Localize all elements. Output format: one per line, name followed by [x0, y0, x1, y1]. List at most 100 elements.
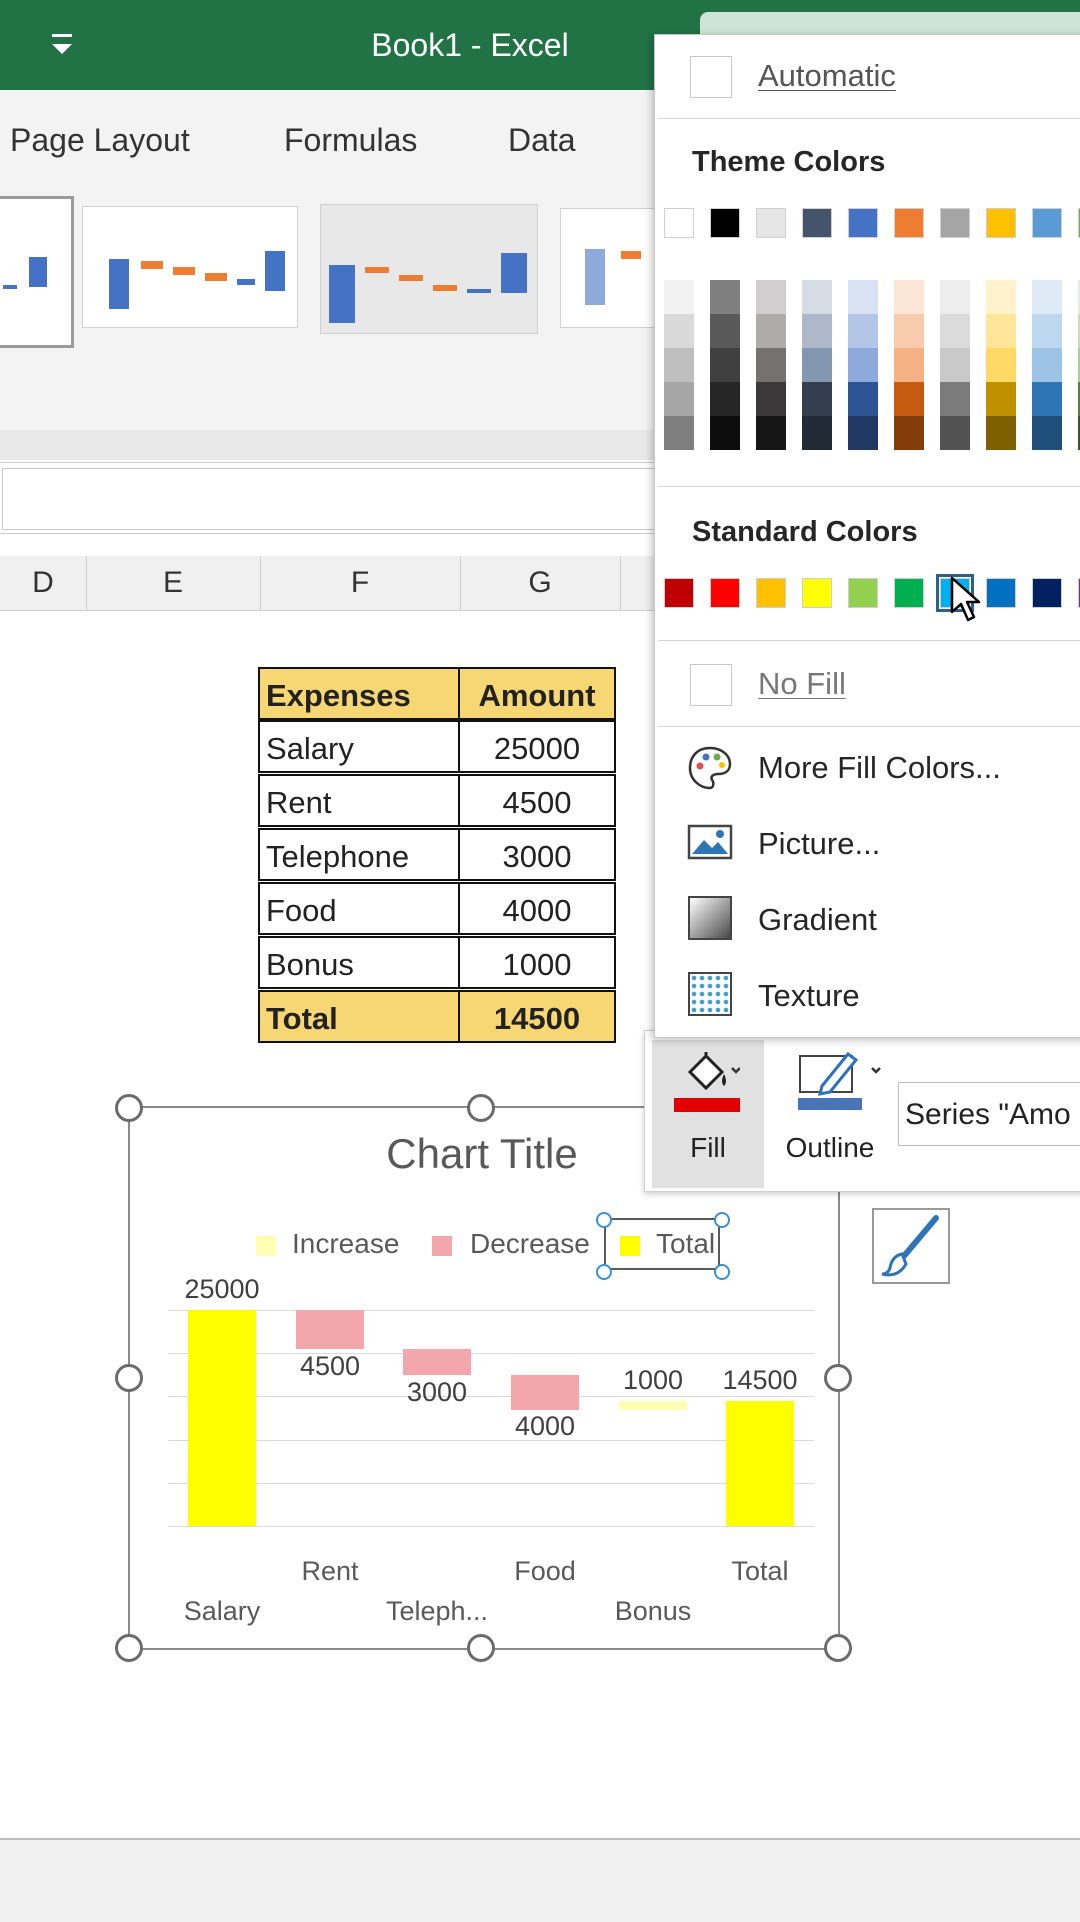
theme-color-swatch[interactable]	[802, 208, 832, 238]
outline-pen-icon[interactable]	[796, 1050, 886, 1100]
chart-style-thumb-3[interactable]	[320, 204, 538, 334]
resize-handle-left[interactable]	[115, 1364, 143, 1392]
table-cell-label[interactable]: Salary	[258, 720, 460, 773]
theme-shade-swatch[interactable]	[940, 280, 970, 314]
theme-shade-swatch[interactable]	[1032, 416, 1062, 450]
column-header-e[interactable]: E	[86, 556, 261, 610]
tab-formulas[interactable]: Formulas	[284, 90, 417, 190]
resize-handle-top-left[interactable]	[115, 1094, 143, 1122]
chart-styles-button[interactable]	[872, 1208, 950, 1284]
theme-shade-swatch[interactable]	[802, 382, 832, 416]
theme-shade-swatch[interactable]	[894, 348, 924, 382]
table-cell-label[interactable]: Telephone	[258, 828, 460, 881]
theme-shade-swatch[interactable]	[986, 382, 1016, 416]
legend-total[interactable]: Total	[656, 1228, 715, 1260]
theme-shade-swatch[interactable]	[940, 382, 970, 416]
decrease-bar[interactable]	[403, 1349, 471, 1375]
theme-shade-swatch[interactable]	[710, 382, 740, 416]
theme-color-swatch[interactable]	[664, 208, 694, 238]
standard-color-swatch[interactable]	[710, 578, 740, 608]
tab-data[interactable]: Data	[508, 90, 576, 190]
table-cell-label[interactable]: Food	[258, 882, 460, 935]
chart-style-thumb-4[interactable]	[560, 208, 662, 328]
theme-shade-swatch[interactable]	[894, 280, 924, 314]
theme-shade-swatch[interactable]	[848, 382, 878, 416]
theme-shade-swatch[interactable]	[802, 416, 832, 450]
picture-option[interactable]: Picture...	[758, 826, 880, 862]
theme-color-swatch[interactable]	[940, 208, 970, 238]
table-cell-value[interactable]: 4500	[458, 774, 616, 827]
theme-shade-swatch[interactable]	[1032, 314, 1062, 348]
theme-shade-swatch[interactable]	[986, 416, 1016, 450]
theme-shade-swatch[interactable]	[664, 280, 694, 314]
table-cell-label[interactable]: Bonus	[258, 936, 460, 989]
theme-shade-swatch[interactable]	[986, 348, 1016, 382]
total-bar[interactable]	[188, 1310, 256, 1526]
table-total-value[interactable]: 14500	[458, 990, 616, 1043]
standard-color-swatch[interactable]	[848, 578, 878, 608]
series-selector[interactable]: Series "Amo	[898, 1082, 1080, 1146]
theme-shade-swatch[interactable]	[802, 314, 832, 348]
legend-increase[interactable]: Increase	[292, 1228, 399, 1260]
table-cell-value[interactable]: 25000	[458, 720, 616, 773]
theme-shade-swatch[interactable]	[756, 280, 786, 314]
selection-handle[interactable]	[596, 1212, 612, 1228]
selection-handle[interactable]	[714, 1212, 730, 1228]
theme-shade-swatch[interactable]	[1032, 382, 1062, 416]
theme-color-swatch[interactable]	[848, 208, 878, 238]
outline-label[interactable]: Outline	[772, 1132, 888, 1164]
theme-shade-swatch[interactable]	[1032, 348, 1062, 382]
column-header-f[interactable]: F	[260, 556, 461, 610]
tab-page-layout[interactable]: Page Layout	[10, 90, 190, 190]
theme-shade-swatch[interactable]	[940, 416, 970, 450]
table-cell-value[interactable]: 4000	[458, 882, 616, 935]
theme-color-swatch[interactable]	[1032, 208, 1062, 238]
decrease-bar[interactable]	[296, 1310, 364, 1349]
theme-shade-swatch[interactable]	[940, 348, 970, 382]
theme-color-swatch[interactable]	[710, 208, 740, 238]
theme-shade-swatch[interactable]	[756, 314, 786, 348]
resize-handle-bottom[interactable]	[467, 1634, 495, 1662]
chart-style-thumb-2[interactable]	[82, 206, 298, 328]
theme-shade-swatch[interactable]	[986, 314, 1016, 348]
column-header-d[interactable]: D	[0, 556, 87, 610]
resize-handle-right[interactable]	[824, 1364, 852, 1392]
table-cell-value[interactable]: 3000	[458, 828, 616, 881]
total-bar[interactable]	[726, 1401, 794, 1526]
table-header-amount[interactable]: Amount	[458, 667, 616, 720]
theme-color-swatch[interactable]	[986, 208, 1016, 238]
standard-color-swatch[interactable]	[986, 578, 1016, 608]
table-total-label[interactable]: Total	[258, 990, 460, 1043]
theme-shade-swatch[interactable]	[986, 280, 1016, 314]
column-header-g[interactable]: G	[460, 556, 621, 610]
automatic-option[interactable]: Automatic	[758, 58, 896, 94]
chart-style-thumb-1[interactable]	[0, 196, 74, 348]
table-cell-label[interactable]: Rent	[258, 774, 460, 827]
standard-color-swatch[interactable]	[894, 578, 924, 608]
theme-shade-swatch[interactable]	[756, 416, 786, 450]
no-fill-option[interactable]: No Fill	[758, 666, 846, 702]
theme-color-swatch[interactable]	[894, 208, 924, 238]
theme-color-swatch[interactable]	[756, 208, 786, 238]
theme-shade-swatch[interactable]	[894, 382, 924, 416]
standard-color-swatch[interactable]	[802, 578, 832, 608]
theme-shade-swatch[interactable]	[802, 280, 832, 314]
table-cell-value[interactable]: 1000	[458, 936, 616, 989]
theme-shade-swatch[interactable]	[1032, 280, 1062, 314]
theme-shade-swatch[interactable]	[848, 416, 878, 450]
theme-shade-swatch[interactable]	[894, 314, 924, 348]
standard-color-swatch[interactable]	[664, 578, 694, 608]
standard-color-swatch[interactable]	[756, 578, 786, 608]
theme-shade-swatch[interactable]	[710, 280, 740, 314]
resize-handle-bottom-left[interactable]	[115, 1634, 143, 1662]
theme-shade-swatch[interactable]	[710, 348, 740, 382]
texture-option[interactable]: Texture	[758, 978, 860, 1014]
theme-shade-swatch[interactable]	[802, 348, 832, 382]
theme-shade-swatch[interactable]	[848, 280, 878, 314]
theme-shade-swatch[interactable]	[664, 314, 694, 348]
theme-shade-swatch[interactable]	[710, 416, 740, 450]
theme-shade-swatch[interactable]	[756, 348, 786, 382]
theme-shade-swatch[interactable]	[756, 382, 786, 416]
legend-decrease[interactable]: Decrease	[470, 1228, 590, 1260]
theme-shade-swatch[interactable]	[940, 314, 970, 348]
